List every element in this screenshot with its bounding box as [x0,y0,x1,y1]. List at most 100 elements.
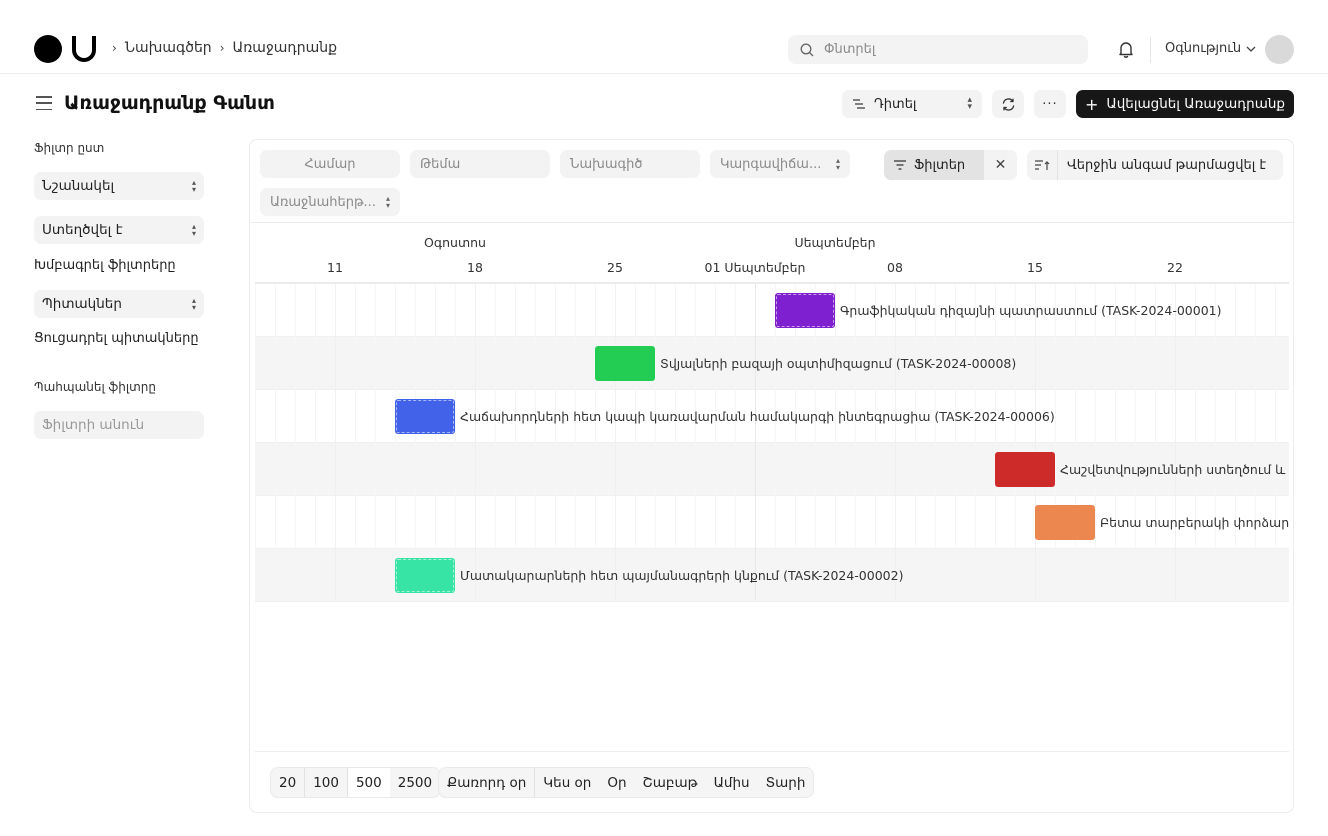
task-bar-label: Գրաֆիկական դիզայնի պատրաստում (TASK-2024… [840,303,1222,318]
task-bar[interactable] [1035,505,1095,540]
grid-line [555,284,556,600]
add-task-button[interactable]: + Ավելացնել Առաջադրանք [1076,90,1294,118]
page-size-option[interactable]: 100 [305,768,348,797]
filter-icon [894,160,906,170]
page-size-option[interactable]: 500 [347,768,390,797]
number-filter-placeholder: Համար [304,156,356,172]
task-bar[interactable] [775,293,835,328]
time-scale-option[interactable]: Քառորդ օր [439,768,536,797]
sort-direction-button[interactable] [1027,150,1058,180]
task-bar-label: Տվյալների բազայի օպտիմիզացում (TASK-2024… [660,356,1017,371]
page-size-option[interactable]: 20 [271,768,306,797]
breadcrumb: › Նախագծեր › Առաջադրանք [112,40,337,56]
avatar[interactable] [1265,35,1294,64]
search-icon [800,43,814,56]
task-bar-label: Բետա տարբերակի փորձարկում [1100,515,1289,530]
refresh-button[interactable] [992,90,1024,118]
assign-select[interactable]: Նշանակել ▴ ▾ [34,172,204,200]
show-tags-link[interactable]: Ցուցադրել պիտակները [34,331,199,346]
time-scale-option[interactable]: Շաբաթ [635,768,706,797]
project-filter-input[interactable]: Նախագիծ [560,150,700,178]
task-bar[interactable] [395,399,455,434]
updown-icon: ▴ ▾ [835,156,840,172]
status-filter-select[interactable]: Կարգավիճա... ▴ ▾ [710,150,850,178]
time-scale-option[interactable]: Կես օր [535,768,599,797]
page-size-option[interactable]: 2500 [390,768,440,797]
time-scale-option[interactable]: Օր [599,768,634,797]
view-select[interactable]: Դիտել ▴ ▾ [842,90,982,118]
add-task-label: Ավելացնել Առաջադրանք [1106,96,1286,112]
created-select[interactable]: Ստեղծվել է ▴ ▾ [34,216,204,244]
week-label: 25 [607,260,623,275]
save-filter-label: Պահպանել ֆիլտրը [34,380,156,394]
task-bar-label: Հաճախորդների հետ կապի կառավարման համակար… [460,409,1055,424]
grid-line [315,284,316,600]
ellipsis-icon: ··· [1042,96,1058,112]
grid-line [815,284,816,600]
grid-line [375,284,376,600]
grid-line [395,284,396,600]
page-size-selector: 20 100 500 2500 [270,767,442,798]
task-bar[interactable] [395,558,455,593]
tags-select[interactable]: Պիտակներ ▴ ▾ [34,290,204,318]
grid-line [495,284,496,600]
refresh-icon [1002,97,1014,111]
grid-line [475,284,476,600]
grid-line [935,284,936,600]
grid-line [895,284,896,600]
status-filter-value: Կարգավիճա... [720,156,822,172]
grid-line [515,284,516,600]
time-scale-option[interactable]: Տարի [758,768,814,797]
task-bar[interactable] [595,346,655,381]
breadcrumb-projects[interactable]: Նախագծեր [125,40,212,56]
time-scale-option[interactable]: Ամիս [706,768,758,797]
filters-button[interactable]: Ֆիլտեր [884,150,984,180]
grid-line [775,284,776,600]
grid-line [1075,284,1076,600]
assign-select-value: Նշանակել [42,178,115,194]
week-label: 01 Սեպտեմբեր [704,260,806,275]
sort-control: Վերջին անգամ թարմացվել է [1027,150,1283,180]
search-box[interactable] [788,35,1088,64]
subject-filter-input[interactable]: Թեմա [410,150,550,178]
filter-name-input[interactable] [34,411,204,439]
updown-icon: ▴ ▾ [191,222,196,238]
search-input[interactable] [824,42,1064,57]
number-filter-input[interactable]: Համար [260,150,400,178]
help-menu[interactable]: Օգնություն [1165,41,1256,56]
sort-field-label: Վերջին անգամ թարմացվել է [1067,157,1267,173]
grid-line [615,284,616,600]
task-bar[interactable] [995,452,1055,487]
priority-filter-select[interactable]: Առաջնահերթ... ▴ ▾ [260,188,400,216]
view-list-icon [853,99,865,109]
breadcrumb-tasks[interactable]: Առաջադրանք [233,40,338,56]
clear-filters-button[interactable]: ✕ [984,150,1017,180]
gantt-chart: Օգոստոս Սեպտեմբեր 11 18 25 01 Սեպտեմբեր 08 15 22… [255,223,1289,751]
bell-icon[interactable] [1116,39,1136,59]
month-label: Օգոստոս [424,235,486,250]
logo-u [72,36,96,62]
logo-dot [34,35,62,63]
chevron-down-icon [1246,46,1256,52]
project-filter-placeholder: Նախագիծ [570,156,643,172]
sort-field-select[interactable]: Վերջին անգամ թարմացվել է [1058,150,1266,180]
created-select-value: Ստեղծվել է [42,222,123,238]
grid-line [1175,284,1176,600]
more-options-button[interactable]: ··· [1034,90,1066,118]
chevron-right-icon: › [112,41,117,55]
week-label: 15 [1027,260,1043,275]
grid-line [595,284,596,600]
hamburger-menu-icon[interactable] [36,96,52,110]
grid-line [995,284,996,600]
task-bar-label: Հաշվետվությունների ստեղծում և վերլուծութ… [1060,462,1289,477]
grid-line [1135,284,1136,600]
grid-line [835,284,836,600]
grid-line [1235,284,1236,600]
edit-filters-link[interactable]: Խմբագրել ֆիլտրերը [34,258,176,273]
grid-line [675,284,676,600]
grid-line [695,284,696,600]
app-logo[interactable] [34,35,96,63]
subject-filter-placeholder: Թեմա [420,156,461,172]
filters-button-label: Ֆիլտեր [914,157,966,173]
week-label: 18 [467,260,483,275]
